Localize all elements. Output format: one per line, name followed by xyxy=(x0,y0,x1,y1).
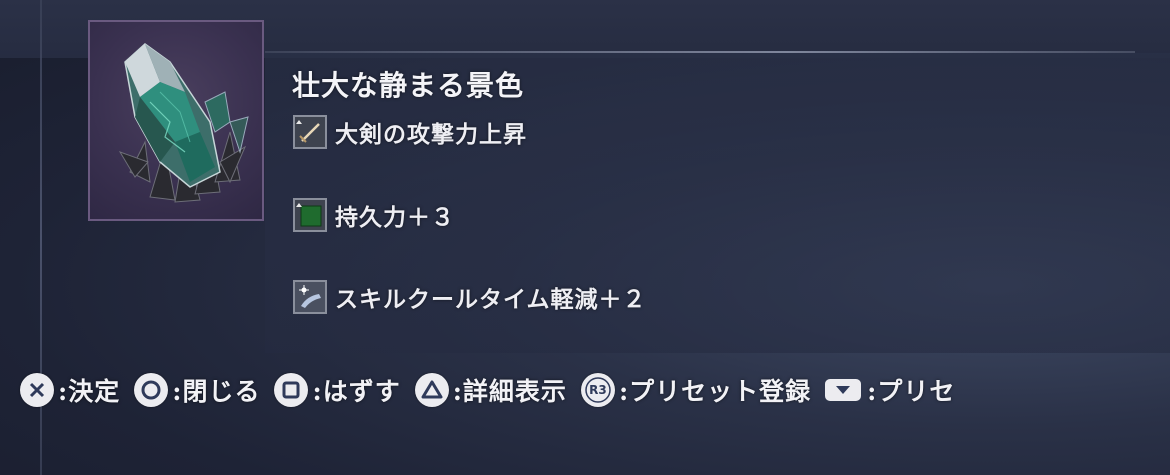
dark-crystal-shard-icon xyxy=(118,43,249,203)
stamina-up-icon xyxy=(293,198,327,232)
square-button-icon xyxy=(274,373,309,407)
effect-label-2: 持久力＋３ xyxy=(335,204,455,231)
hint-confirm-label: :決定 xyxy=(58,377,121,406)
hint-preset-register[interactable]: R3 :プリセット登録 xyxy=(580,372,812,408)
hint-confirm[interactable]: :決定 xyxy=(20,372,120,408)
hint-preset[interactable]: :プリセ xyxy=(825,372,955,408)
hint-preset-label: :プリセ xyxy=(867,377,956,406)
item-thumbnail[interactable] xyxy=(88,20,264,221)
hint-preset-register-label: :プリセット登録 xyxy=(618,377,812,406)
control-hints-bar: :決定 :閉じる :はずす :詳細表示 R3 :プリセット登録 :プリセ xyxy=(20,370,969,410)
greatsword-attack-up-icon xyxy=(293,115,327,149)
hint-details-label: :詳細表示 xyxy=(452,377,567,406)
r3-button-text: R3 xyxy=(589,383,607,397)
effect-row-2[interactable]: 持久力＋３ xyxy=(293,196,455,234)
circle-button-icon xyxy=(134,373,169,407)
hint-close[interactable]: :閉じる xyxy=(134,372,260,408)
hint-close-label: :閉じる xyxy=(172,377,261,406)
header-divider xyxy=(265,51,1135,53)
effect-row-3[interactable]: スキルクールタイム軽減＋２ xyxy=(293,278,647,316)
hint-remove-label: :はずす xyxy=(312,377,401,406)
effect-label-1: 大剣の攻撃力上昇 xyxy=(335,121,527,148)
triangle-button-icon xyxy=(414,373,449,407)
item-name: 壮大な静まる景色 xyxy=(292,69,525,102)
hint-details[interactable]: :詳細表示 xyxy=(414,372,567,408)
effect-row-1[interactable]: 大剣の攻撃力上昇 xyxy=(293,113,527,151)
cross-button-icon xyxy=(20,373,54,407)
r3-button-icon: R3 xyxy=(580,373,615,407)
effect-label-3: スキルクールタイム軽減＋２ xyxy=(335,286,647,313)
hint-remove[interactable]: :はずす xyxy=(274,372,400,408)
skill-cooldown-icon xyxy=(293,280,327,314)
touchpad-button-icon xyxy=(825,379,862,401)
